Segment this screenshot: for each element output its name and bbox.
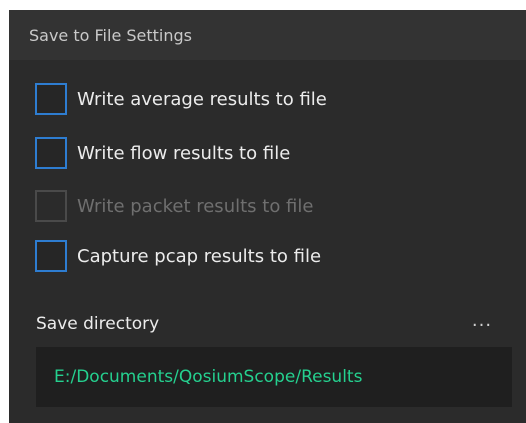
save-directory-label: Save directory [36, 314, 160, 334]
write-average-results-label: Write average results to file [77, 88, 327, 110]
capture-pcap-results-option[interactable]: Capture pcap results to file [35, 238, 321, 274]
write-average-results-option[interactable]: Write average results to file [35, 81, 327, 117]
write-flow-results-checkbox[interactable] [35, 137, 67, 169]
write-packet-results-label: Write packet results to file [77, 195, 314, 217]
write-average-results-checkbox[interactable] [35, 83, 67, 115]
write-flow-results-label: Write flow results to file [77, 142, 291, 164]
save-to-file-settings-panel: Save to File Settings Write average resu… [9, 10, 526, 423]
panel-header: Save to File Settings [9, 10, 526, 60]
browse-directory-button[interactable]: ... [465, 308, 499, 332]
write-packet-results-option: Write packet results to file [35, 188, 313, 224]
write-flow-results-option[interactable]: Write flow results to file [35, 135, 290, 171]
panel-title: Save to File Settings [29, 25, 192, 45]
save-directory-path-text: E:/Documents/QosiumScope/Results [54, 367, 363, 387]
save-directory-path-field[interactable]: E:/Documents/QosiumScope/Results [36, 347, 512, 407]
capture-pcap-results-label: Capture pcap results to file [77, 245, 322, 267]
write-packet-results-checkbox [35, 190, 67, 222]
capture-pcap-results-checkbox[interactable] [35, 240, 67, 272]
